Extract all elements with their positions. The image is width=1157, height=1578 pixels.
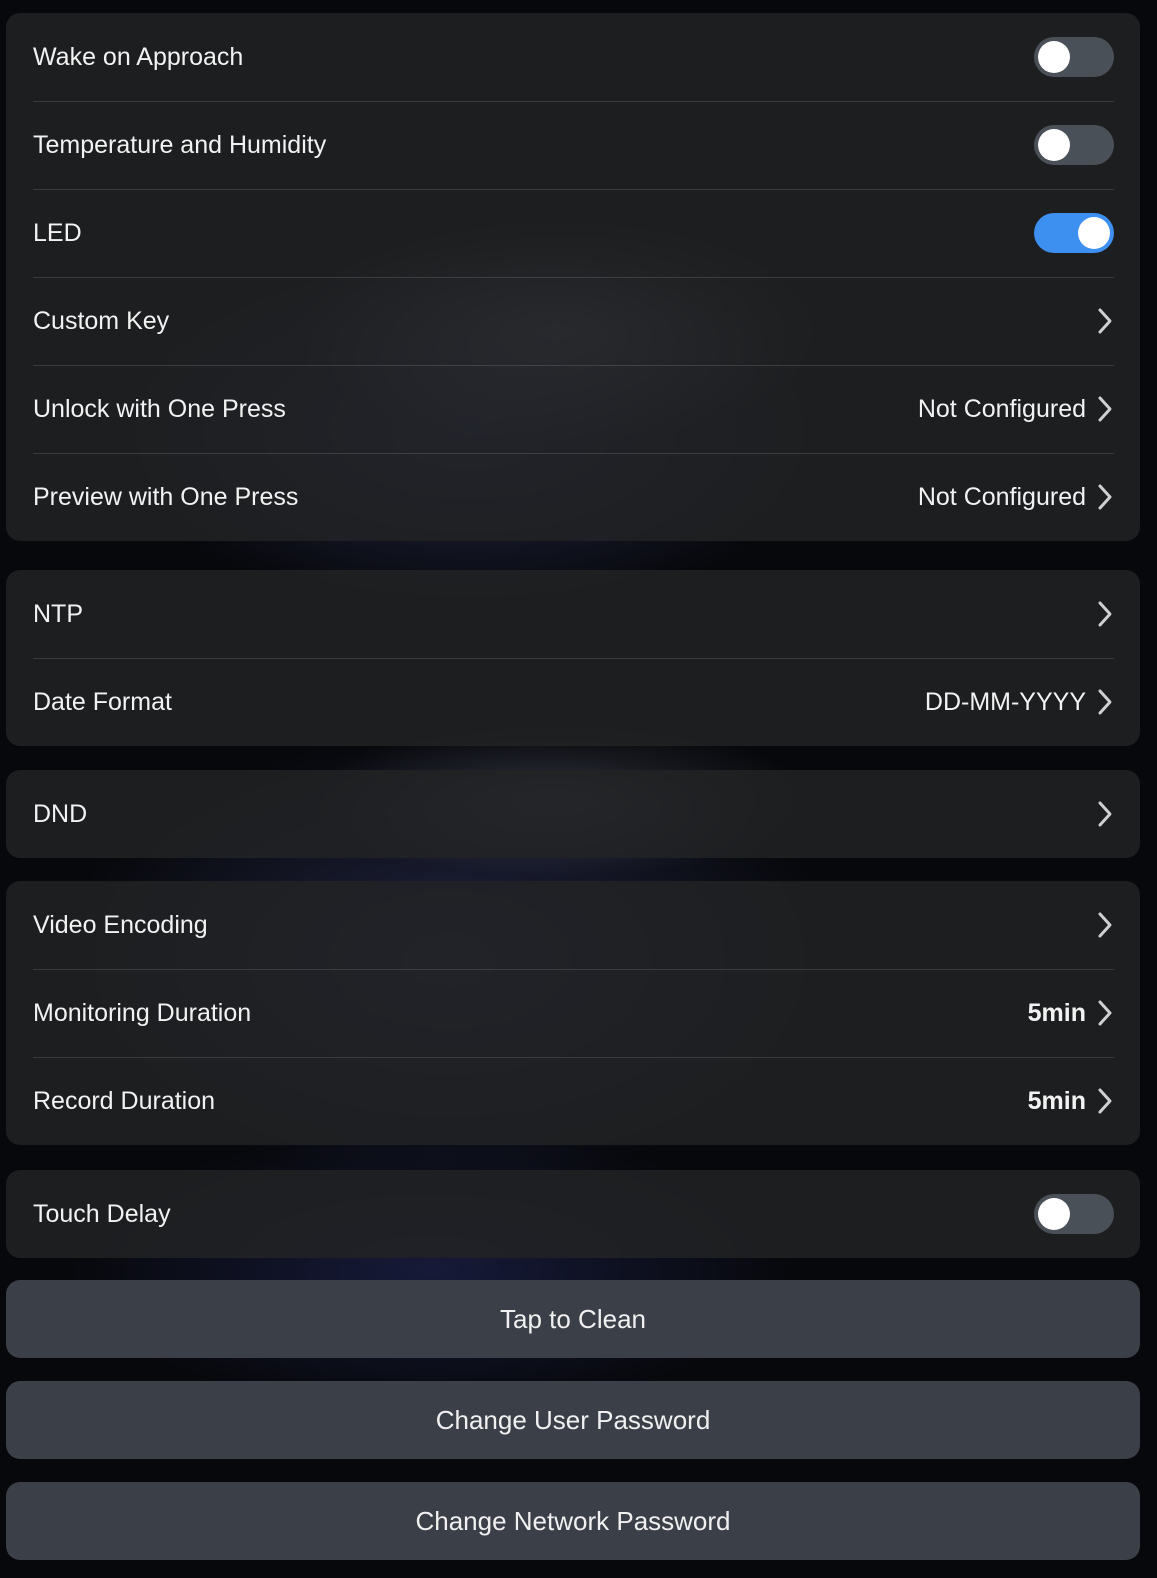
row-value: Not Configured (917, 394, 1086, 423)
row-label: Video Encoding (33, 910, 208, 939)
temperature-humidity-toggle[interactable] (1034, 125, 1114, 165)
chevron-right-icon (1096, 483, 1114, 511)
chevron-right-icon (1096, 911, 1114, 939)
settings-group-time: NTP Date Format DD-MM-YYYY (6, 570, 1140, 746)
row-monitoring-duration[interactable]: Monitoring Duration 5min (6, 969, 1140, 1057)
row-label: Touch Delay (33, 1199, 171, 1228)
toggle-knob (1038, 41, 1070, 73)
settings-group-touch: Touch Delay (6, 1170, 1140, 1258)
chevron-right-icon (1096, 307, 1114, 335)
row-record-duration[interactable]: Record Duration 5min (6, 1057, 1140, 1145)
row-label: Preview with One Press (33, 482, 299, 511)
chevron-right-icon (1096, 395, 1114, 423)
row-date-format[interactable]: Date Format DD-MM-YYYY (6, 658, 1140, 746)
chevron-right-icon (1096, 688, 1114, 716)
row-dnd[interactable]: DND (6, 770, 1140, 858)
row-label: DND (33, 799, 88, 828)
toggle-knob (1038, 1198, 1070, 1230)
row-label: LED (33, 218, 82, 247)
row-led[interactable]: LED (6, 189, 1140, 277)
row-unlock-one-press[interactable]: Unlock with One Press Not Configured (6, 365, 1140, 453)
row-value: 5min (1027, 998, 1086, 1027)
chevron-right-icon (1096, 600, 1114, 628)
tap-to-clean-button[interactable]: Tap to Clean (6, 1280, 1140, 1358)
settings-group-device: Wake on Approach Temperature and Humidit… (6, 13, 1140, 541)
row-value: DD-MM-YYYY (924, 687, 1086, 716)
row-label: Unlock with One Press (33, 394, 286, 423)
row-ntp[interactable]: NTP (6, 570, 1140, 658)
settings-group-dnd: DND (6, 770, 1140, 858)
touch-delay-toggle[interactable] (1034, 1194, 1114, 1234)
row-wake-on-approach[interactable]: Wake on Approach (6, 13, 1140, 101)
row-preview-one-press[interactable]: Preview with One Press Not Configured (6, 453, 1140, 541)
row-label: Monitoring Duration (33, 998, 252, 1027)
row-label: NTP (33, 599, 83, 628)
row-value: Not Configured (917, 482, 1086, 511)
row-label: Custom Key (33, 306, 170, 335)
row-label: Temperature and Humidity (33, 130, 327, 159)
toggle-knob (1038, 129, 1070, 161)
change-user-password-button[interactable]: Change User Password (6, 1381, 1140, 1459)
toggle-knob (1078, 217, 1110, 249)
chevron-right-icon (1096, 1087, 1114, 1115)
chevron-right-icon (1096, 800, 1114, 828)
row-custom-key[interactable]: Custom Key (6, 277, 1140, 365)
row-video-encoding[interactable]: Video Encoding (6, 881, 1140, 969)
led-toggle[interactable] (1034, 213, 1114, 253)
row-label: Wake on Approach (33, 42, 244, 71)
row-label: Date Format (33, 687, 172, 716)
chevron-right-icon (1096, 999, 1114, 1027)
row-label: Record Duration (33, 1086, 216, 1115)
settings-group-video: Video Encoding Monitoring Duration 5min … (6, 881, 1140, 1145)
row-value: 5min (1027, 1086, 1086, 1115)
row-touch-delay[interactable]: Touch Delay (6, 1170, 1140, 1258)
change-network-password-button[interactable]: Change Network Password (6, 1482, 1140, 1560)
wake-on-approach-toggle[interactable] (1034, 37, 1114, 77)
row-temperature-humidity[interactable]: Temperature and Humidity (6, 101, 1140, 189)
